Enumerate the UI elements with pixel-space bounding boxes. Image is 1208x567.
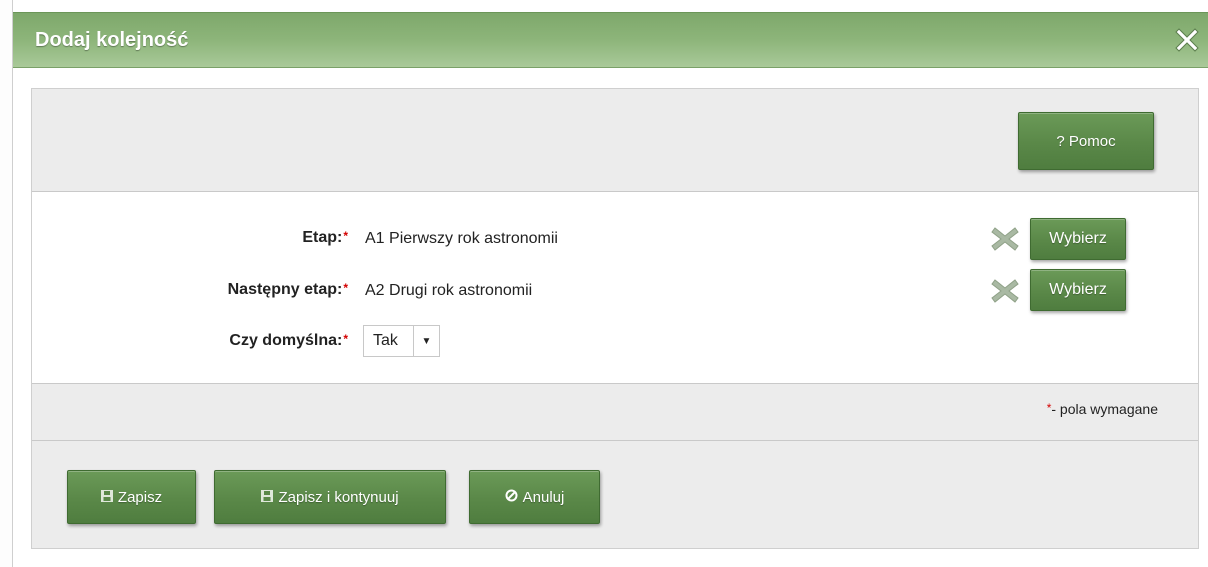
help-button[interactable]: ? Pomoc xyxy=(1018,112,1154,170)
default-select[interactable]: Tak ▼ xyxy=(363,325,440,357)
choose-stage-button[interactable]: Wybierz xyxy=(1030,218,1126,260)
actions-band: Zapisz Zapisz i kontynuuj Anuluj xyxy=(32,441,1198,548)
cancel-icon xyxy=(505,489,518,505)
dialog-title: Dodaj kolejność xyxy=(35,29,189,51)
dialog-titlebar: Dodaj kolejność xyxy=(13,12,1208,68)
clear-icon[interactable] xyxy=(990,276,1020,306)
close-icon[interactable] xyxy=(1173,25,1201,53)
help-button-label: ? Pomoc xyxy=(1056,132,1116,150)
field-stage-label: Etap:* xyxy=(302,229,348,246)
field-default-label: Czy domyślna:* xyxy=(229,332,348,349)
field-next-stage-value: A2 Drugi rok astronomii xyxy=(365,282,533,299)
clear-icon[interactable] xyxy=(990,224,1020,254)
save-button[interactable]: Zapisz xyxy=(67,470,196,524)
default-select-value: Tak xyxy=(373,332,398,349)
toolbar-band: ? Pomoc xyxy=(32,89,1198,192)
add-sequence-dialog: Dodaj kolejność ? Pomoc Etap:* A1 Pierws… xyxy=(12,0,1208,567)
required-legend: *- pola wymagane xyxy=(1046,401,1158,417)
form-panel: ? Pomoc Etap:* A1 Pierwszy rok astronomi… xyxy=(31,88,1199,549)
save-continue-button[interactable]: Zapisz i kontynuuj xyxy=(214,470,446,524)
field-next-stage-label: Następny etap:* xyxy=(227,281,348,298)
chevron-down-icon[interactable]: ▼ xyxy=(413,326,439,356)
field-stage-value: A1 Pierwszy rok astronomii xyxy=(365,230,558,247)
legend-band: *- pola wymagane xyxy=(32,383,1198,441)
choose-next-stage-button[interactable]: Wybierz xyxy=(1030,269,1126,311)
save-icon xyxy=(100,489,113,505)
save-icon xyxy=(261,489,274,505)
cancel-button[interactable]: Anuluj xyxy=(469,470,600,524)
